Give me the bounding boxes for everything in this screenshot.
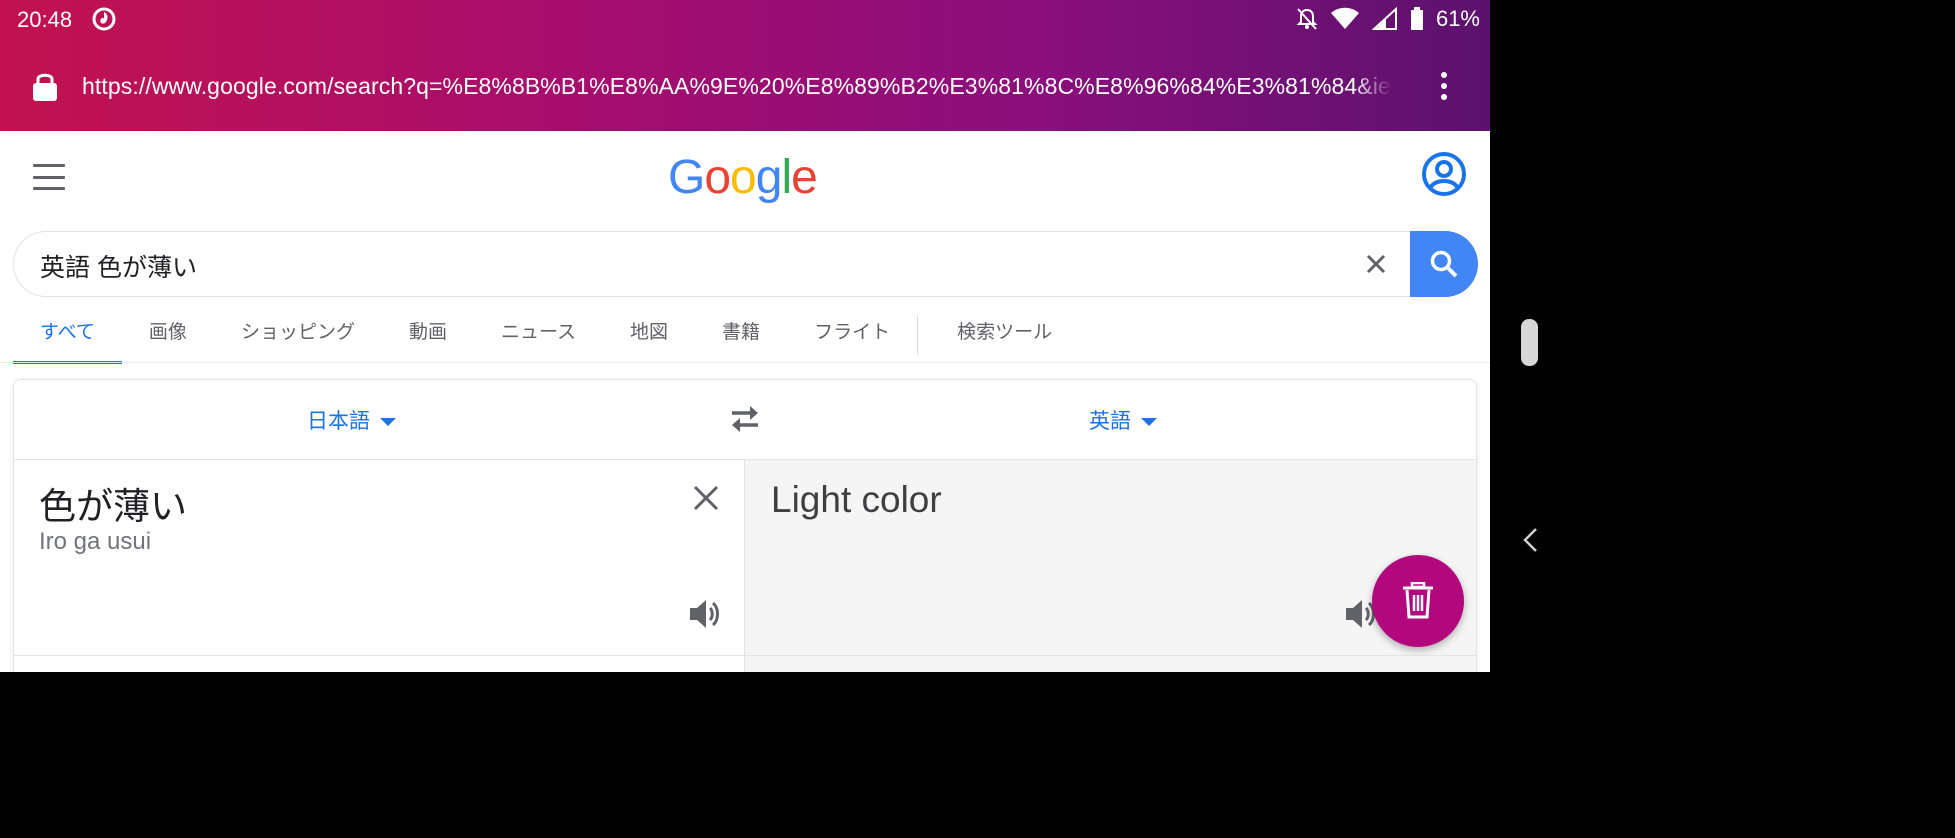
tab-maps[interactable]: 地図 (603, 310, 695, 360)
search-box[interactable]: 英語 色が薄い (13, 231, 1478, 297)
status-time: 20:48 (17, 7, 73, 32)
card-bottom-border (13, 655, 1477, 656)
source-text[interactable]: 色が薄い (39, 476, 187, 530)
translate-card: 日本語 英語 色が薄い Iro ga usui Light color (13, 379, 1477, 672)
status-icons: 61% (1296, 6, 1480, 32)
tabs-separator (0, 362, 1490, 363)
overflow-menu-icon[interactable] (1430, 68, 1458, 104)
wifi-icon (1330, 7, 1359, 29)
clear-source-icon[interactable] (692, 484, 720, 512)
target-language-select[interactable]: 英語 (1089, 405, 1157, 435)
logo-letter: o (730, 151, 757, 204)
tab-books[interactable]: 書籍 (695, 310, 787, 360)
phone-screen: 20:48 61% https://www.google.com/search?… (0, 0, 1490, 672)
language-selector-row: 日本語 英語 (14, 380, 1476, 460)
swap-languages-icon[interactable] (728, 404, 762, 434)
signal-icon (1371, 7, 1397, 30)
tab-news[interactable]: ニュース (474, 310, 603, 360)
battery-percent: 61% (1435, 6, 1480, 31)
tab-videos[interactable]: 動画 (382, 310, 474, 360)
delete-fab[interactable] (1372, 555, 1464, 647)
url-bar[interactable]: https://www.google.com/search?q=%E8%8B%B… (82, 73, 1392, 100)
translated-text: Light color (771, 479, 942, 520)
notifications-off-icon (1296, 8, 1318, 30)
lock-icon[interactable] (32, 70, 58, 102)
search-button[interactable] (1410, 231, 1478, 297)
logo-letter: g (755, 151, 783, 204)
search-icon (1430, 250, 1458, 278)
logo-letter: G (668, 151, 705, 204)
tab-images[interactable]: 画像 (122, 310, 214, 360)
source-language-label: 日本語 (307, 410, 370, 433)
logo-letter: o (704, 151, 731, 204)
target-pane: Light color (745, 460, 1476, 672)
menu-icon[interactable] (33, 164, 65, 190)
chevron-down-icon (380, 418, 396, 426)
back-chevron-icon[interactable] (1521, 526, 1539, 554)
target-language-label: 英語 (1089, 410, 1131, 433)
tab-divider (917, 315, 919, 355)
search-tabs: すべて 画像 ショッピング 動画 ニュース 地図 書籍 フライト 検索ツール (13, 308, 1079, 364)
tab-flights[interactable]: フライト (787, 310, 917, 360)
tab-shopping[interactable]: ショッピング (214, 310, 382, 360)
source-pane[interactable]: 色が薄い Iro ga usui (14, 460, 745, 672)
battery-icon (1410, 7, 1423, 30)
google-logo[interactable]: Google (668, 150, 818, 205)
logo-letter: e (791, 151, 818, 204)
chevron-down-icon (1141, 418, 1157, 426)
search-input[interactable]: 英語 色が薄い (40, 248, 197, 284)
clear-search-icon[interactable] (1364, 252, 1388, 276)
scrollbar-thumb[interactable] (1521, 319, 1538, 366)
tab-all[interactable]: すべて (13, 310, 122, 364)
firefox-icon (92, 7, 116, 31)
account-icon[interactable] (1421, 151, 1467, 197)
source-romanization: Iro ga usui (39, 528, 152, 555)
trash-icon (1403, 582, 1433, 619)
speaker-icon[interactable] (686, 595, 724, 633)
browser-toolbar: 20:48 61% https://www.google.com/search?… (0, 0, 1490, 131)
tab-search-tools[interactable]: 検索ツール (930, 310, 1079, 360)
source-language-select[interactable]: 日本語 (307, 405, 396, 435)
logo-letter: l (781, 151, 792, 204)
